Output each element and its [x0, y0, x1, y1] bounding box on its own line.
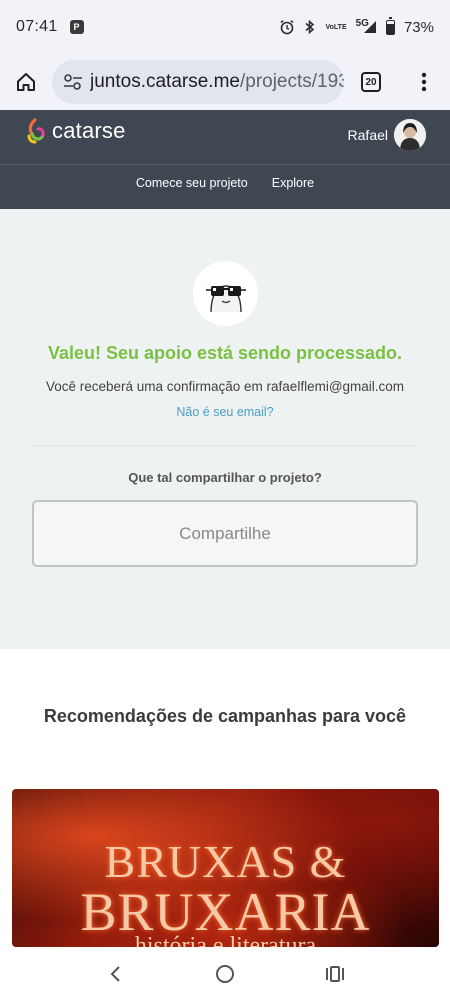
browser-menu-button[interactable]	[398, 54, 450, 110]
share-button[interactable]: Compartilhe	[32, 500, 418, 567]
success-panel: Valeu! Seu apoio está sendo processado. …	[0, 209, 450, 649]
recents-icon	[326, 965, 344, 982]
browser-toolbar: juntos.catarse.me/projects/1936 20	[0, 54, 450, 110]
user-menu[interactable]: Rafael	[348, 119, 426, 151]
volte-bottom: LTE	[333, 23, 347, 31]
catarse-logo-icon	[27, 118, 45, 144]
avatar	[394, 119, 426, 151]
home-circle-icon	[216, 964, 234, 983]
status-bar: 07:41 P Vo LTE 5G 73%	[0, 0, 450, 54]
home-button[interactable]	[0, 54, 52, 110]
user-name: Rafael	[347, 127, 388, 143]
tab-count: 20	[361, 72, 381, 92]
thank-you-illustration	[193, 261, 258, 326]
url-path: /projects/1936	[239, 71, 344, 92]
back-button[interactable]	[95, 954, 135, 994]
page: 07:41 P Vo LTE 5G 73% juntos.catarse.me/…	[0, 0, 450, 1000]
bluetooth-icon	[304, 19, 316, 35]
share-question: Que tal compartilhar o projeto?	[128, 470, 322, 485]
recents-button[interactable]	[315, 954, 355, 994]
signal-icon: 5G	[356, 18, 377, 34]
not-your-email-link[interactable]: Não é seu email?	[0, 405, 450, 419]
address-bar[interactable]: juntos.catarse.me/projects/1936	[52, 60, 344, 104]
tabs-button[interactable]: 20	[344, 54, 398, 110]
catarse-logo[interactable]: catarse	[26, 118, 126, 144]
status-icons: Vo LTE 5G 73%	[279, 16, 434, 36]
site-header: catarse Rafael Comece seu projeto Explor…	[0, 110, 450, 209]
logo-text: catarse	[52, 118, 126, 143]
success-message: Valeu! Seu apoio está sendo processado.	[47, 343, 403, 363]
sunglasses-character-icon	[205, 284, 246, 312]
recommendations-title: Recomendações de campanhas para você	[43, 706, 407, 726]
back-icon	[110, 965, 120, 982]
header-divider	[0, 164, 450, 165]
url-host: juntos.catarse.me	[90, 71, 240, 92]
confirmation-text: Você receberá uma confirmação em rafaelf…	[45, 379, 405, 394]
nav-explore[interactable]: Explore	[272, 176, 314, 190]
campaign-title-line3: história e literatura	[134, 933, 317, 947]
site-settings-icon[interactable]	[62, 71, 84, 93]
campaign-card[interactable]: BRUXAS & BRUXARIA história e literatura	[12, 789, 439, 947]
more-vert-icon	[421, 72, 427, 92]
alarm-icon	[279, 19, 295, 35]
status-time: 07:41	[16, 18, 58, 35]
url-text[interactable]: juntos.catarse.me/projects/1936	[90, 71, 344, 93]
system-nav-bar	[0, 947, 450, 1000]
battery-percent: 73%	[403, 18, 434, 36]
header-nav: Comece seu projeto Explore	[0, 176, 450, 190]
volte-icon: Vo LTE	[325, 24, 346, 31]
home-icon	[17, 73, 35, 91]
notification-icon: P	[69, 20, 84, 34]
section-divider	[32, 445, 416, 446]
home-nav-button[interactable]	[205, 954, 245, 994]
battery-icon	[385, 16, 395, 35]
volte-top: Vo	[325, 23, 334, 31]
nav-start-project[interactable]: Comece seu projeto	[136, 176, 248, 190]
